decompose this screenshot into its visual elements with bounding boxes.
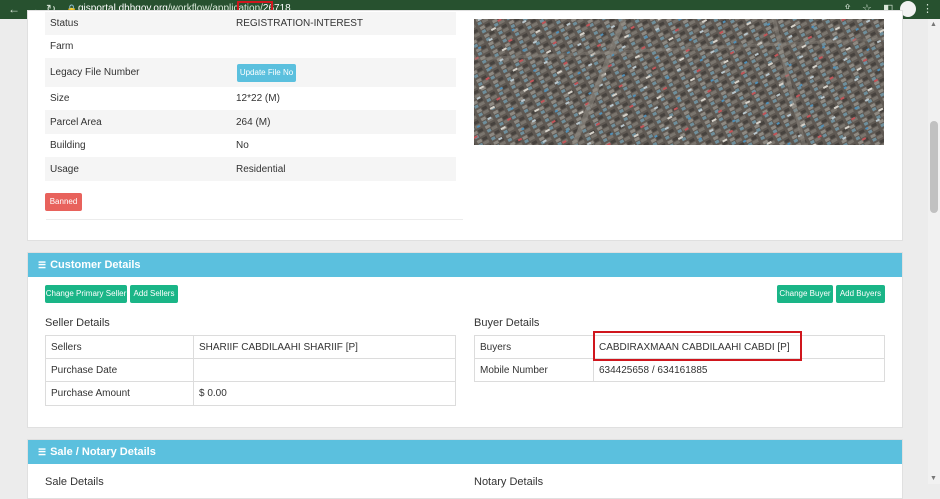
notary-details-subtitle: Notary Details	[474, 476, 544, 488]
customer-details-title: Customer Details	[50, 259, 141, 271]
row-label: Purchase Date	[45, 358, 194, 382]
buyer-details-title: Buyer Details	[474, 317, 540, 329]
sale-notary-title: Sale / Notary Details	[50, 446, 156, 458]
row-label: Buyers	[474, 335, 594, 359]
change-buyer-button[interactable]: Change Buyer	[777, 285, 833, 303]
row-value: 12*22 (M)	[236, 93, 280, 104]
table-row: Status REGISTRATION-INTEREST	[45, 12, 456, 35]
aerial-image-svg	[474, 19, 884, 145]
scroll-up-arrow-icon[interactable]: ▲	[930, 21, 937, 28]
row-value: 634425658 / 634161885	[593, 358, 885, 382]
row-label: Parcel Area	[45, 110, 231, 134]
row-value: No	[236, 140, 249, 151]
buyer-name-highlight	[593, 331, 802, 361]
row-label: Farm	[50, 41, 74, 52]
sale-notary-card: ☰ Sale / Notary Details	[27, 439, 903, 499]
table-row: Sellers SHARIIF CABDILAAHI SHARIIF [P]	[45, 335, 456, 359]
table-row: Size 12*22 (M)	[45, 87, 456, 110]
row-label: Usage	[45, 157, 231, 181]
row-label: Legacy File Number	[45, 58, 231, 87]
table-row: Purchase Amount $ 0.00	[45, 381, 456, 406]
menu-kebab-icon[interactable]: ⋮	[922, 2, 933, 16]
add-buyers-button[interactable]: Add Buyers	[836, 285, 885, 303]
list-icon: ☰	[38, 447, 47, 457]
add-sellers-button[interactable]: Add Sellers	[130, 285, 178, 303]
divider	[46, 219, 463, 220]
row-value: REGISTRATION-INTEREST	[231, 12, 456, 35]
table-row: Farm	[45, 35, 456, 58]
table-row: Building No	[45, 134, 456, 157]
scrollbar-thumb[interactable]	[930, 121, 938, 213]
update-file-no-button[interactable]: Update File No	[237, 64, 296, 82]
seller-table: Sellers SHARIIF CABDILAAHI SHARIIF [P] P…	[45, 335, 456, 406]
table-row: Usage Residential	[45, 157, 456, 181]
table-row: Mobile Number 634425658 / 634161885	[474, 358, 885, 382]
page-scrollbar[interactable]: ▲ ▼	[928, 19, 940, 484]
row-label: Sellers	[45, 335, 194, 359]
scroll-down-arrow-icon[interactable]: ▼	[930, 475, 937, 482]
row-label: Purchase Amount	[45, 381, 194, 406]
sale-details-subtitle: Sale Details	[45, 476, 104, 488]
row-label: Building	[50, 140, 86, 151]
table-row: Purchase Date	[45, 358, 456, 382]
property-table: Status REGISTRATION-INTEREST Farm Legacy…	[45, 12, 456, 181]
row-label: Status	[45, 12, 231, 35]
back-arrow-icon[interactable]: ←	[8, 2, 20, 16]
banned-button[interactable]: Banned	[45, 193, 82, 211]
row-value: Residential	[231, 157, 456, 181]
list-icon: ☰	[38, 260, 47, 270]
parcel-aerial-image	[474, 19, 884, 145]
row-value	[231, 35, 456, 58]
row-label: Mobile Number	[474, 358, 594, 382]
customer-details-header: ☰ Customer Details	[28, 253, 902, 277]
row-value: SHARIIF CABDILAAHI SHARIIF [P]	[193, 335, 456, 359]
change-primary-seller-button[interactable]: Change Primary Seller	[45, 285, 127, 303]
row-label: Size	[50, 93, 70, 104]
seller-details-title: Seller Details	[45, 317, 110, 329]
sale-notary-header: ☰ Sale / Notary Details	[28, 440, 902, 464]
row-value	[193, 358, 456, 382]
row-value: $ 0.00	[193, 381, 456, 406]
table-row: Parcel Area 264 (M)	[45, 110, 456, 134]
row-value: 264 (M)	[231, 110, 456, 134]
